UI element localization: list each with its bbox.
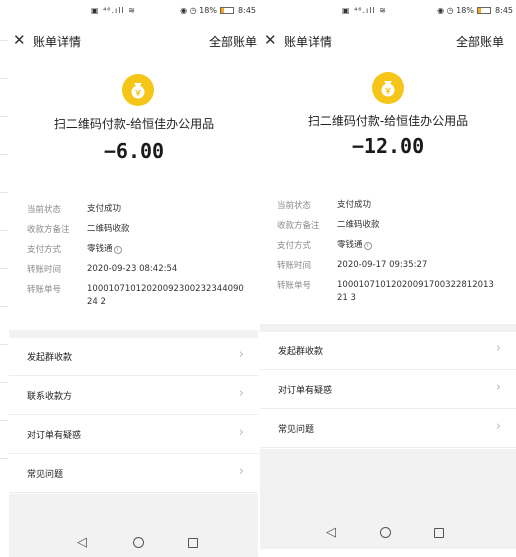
detail-label: 转账时间 <box>277 261 312 271</box>
detail-label: 转账单号 <box>27 285 62 295</box>
edge-tick <box>0 306 8 307</box>
edge-tick <box>0 420 8 421</box>
recents-icon[interactable] <box>188 537 198 552</box>
status-bar: ▣ ⁴⁶.ıll ≋ ◉ ◷ 18% 8:45 <box>9 0 259 23</box>
detail-value: 零钱通 <box>337 240 363 250</box>
action-contact-payee[interactable]: 联系收款方 › <box>9 377 259 415</box>
chevron-right-icon: › <box>238 347 244 362</box>
system-nav-bar: ◁ <box>9 529 259 557</box>
info-icon[interactable]: i <box>363 242 372 250</box>
detail-label: 支付方式 <box>27 245 62 255</box>
edge-tick <box>0 192 8 193</box>
detail-value: 2020-09-23 08:42:54 <box>87 264 178 274</box>
action-label: 对订单有疑惑 <box>278 386 333 396</box>
bill-detail-screen-1: ▣ ⁴⁶.ıll ≋ ◉ ◷ 18% 8:45 ✕ 账单详情 全部账单 扫二维码… <box>9 0 259 557</box>
chevron-right-icon: › <box>495 341 501 356</box>
money-bag-icon <box>372 72 404 104</box>
close-icon[interactable]: ✕ <box>264 31 277 49</box>
battery-icon <box>477 7 492 14</box>
detail-value: 零钱通 <box>87 244 113 254</box>
edge-tick <box>0 78 8 79</box>
detail-value: 1000107101202009170032281201321 3 <box>337 280 494 303</box>
page-bottom-gray <box>260 449 516 519</box>
status-indicators: ◉ ◷ 18% <box>437 6 474 15</box>
edge-tick <box>0 116 8 117</box>
all-bills-link[interactable]: 全部账单 <box>209 33 257 50</box>
action-label: 联系收款方 <box>27 392 73 402</box>
chevron-right-icon: › <box>495 380 501 395</box>
edge-tick <box>0 268 8 269</box>
signal-icons: ▣ ⁴⁶.ıll ≋ <box>91 6 136 15</box>
detail-value: 支付成功 <box>87 204 122 214</box>
chevron-right-icon: › <box>238 386 244 401</box>
left-edge-strip <box>0 0 9 557</box>
chevron-right-icon: › <box>238 425 244 440</box>
detail-label: 收款方备注 <box>27 225 70 235</box>
section-separator <box>260 324 516 332</box>
recents-icon[interactable] <box>434 527 444 542</box>
payment-amount: −6.00 <box>103 139 165 163</box>
action-label: 常见问题 <box>27 470 64 480</box>
action-start-group-collect[interactable]: 发起群收款 › <box>260 332 516 370</box>
nav-bar: ✕ 账单详情 全部账单 <box>9 28 259 52</box>
edge-tick <box>0 458 8 459</box>
detail-value: 2020-09-17 09:35:27 <box>337 260 428 270</box>
payment-amount: −12.00 <box>351 134 425 158</box>
edge-tick <box>0 40 8 41</box>
nav-bar: ✕ 账单详情 全部账单 <box>260 28 516 52</box>
page-title: 账单详情 <box>284 35 333 49</box>
detail-label: 收款方备注 <box>277 221 320 231</box>
merchant-name: 扫二维码付款-给恒佳办公用品 <box>53 117 215 131</box>
bill-detail-screen-2: ▣ ⁴⁶.ıll ≋ ◉ ◷ 18% 8:45 ✕ 账单详情 全部账单 扫二维码… <box>260 0 516 557</box>
page-bottom-gray <box>9 494 259 529</box>
edge-tick <box>0 230 8 231</box>
status-right: ◉ ◷ 18% 8:45 <box>180 6 256 15</box>
back-icon[interactable]: ◁ <box>326 525 336 540</box>
detail-label: 当前状态 <box>27 205 62 215</box>
detail-value: 支付成功 <box>337 200 372 210</box>
detail-label: 转账时间 <box>27 265 62 275</box>
home-icon[interactable] <box>380 527 391 542</box>
bottom-strip <box>260 549 516 557</box>
system-nav-bar: ◁ <box>260 519 516 549</box>
edge-tick <box>0 154 8 155</box>
action-label: 发起群收款 <box>27 353 73 363</box>
battery-icon <box>220 7 235 14</box>
detail-label: 支付方式 <box>277 241 312 251</box>
detail-value-wrap: 零钱通 i <box>87 243 247 256</box>
status-right: ◉ ◷ 18% 8:45 <box>437 6 513 15</box>
close-icon[interactable]: ✕ <box>13 31 26 49</box>
detail-value: 二维码收款 <box>87 224 130 234</box>
section-separator <box>9 330 259 338</box>
detail-value-wrap: 零钱通 i <box>337 239 497 252</box>
status-time: 8:45 <box>495 6 513 15</box>
status-time: 8:45 <box>238 6 256 15</box>
all-bills-link[interactable]: 全部账单 <box>456 33 504 50</box>
signal-icons: ▣ ⁴⁶.ıll ≋ <box>342 6 387 15</box>
home-icon[interactable] <box>133 537 144 552</box>
action-label: 常见问题 <box>278 425 315 435</box>
action-faq[interactable]: 常见问题 › <box>9 455 259 493</box>
edge-tick <box>0 344 8 345</box>
page-title: 账单详情 <box>33 35 82 49</box>
detail-label: 当前状态 <box>277 201 312 211</box>
status-indicators: ◉ ◷ 18% <box>180 6 217 15</box>
edge-tick <box>0 382 8 383</box>
chevron-right-icon: › <box>495 419 501 434</box>
action-label: 发起群收款 <box>278 347 324 357</box>
action-order-question[interactable]: 对订单有疑惑 › <box>9 416 259 454</box>
action-start-group-collect[interactable]: 发起群收款 › <box>9 338 259 376</box>
money-bag-icon <box>122 74 154 106</box>
chevron-right-icon: › <box>238 464 244 479</box>
detail-value: 二维码收款 <box>337 220 380 230</box>
info-icon[interactable]: i <box>113 246 122 254</box>
detail-value: 1000107101202009230023234409024 2 <box>87 284 244 307</box>
merchant-name: 扫二维码付款-给恒佳办公用品 <box>307 114 469 128</box>
action-order-question[interactable]: 对订单有疑惑 › <box>260 371 516 409</box>
action-label: 对订单有疑惑 <box>27 431 82 441</box>
back-icon[interactable]: ◁ <box>77 535 87 550</box>
status-bar: ▣ ⁴⁶.ıll ≋ ◉ ◷ 18% 8:45 <box>260 0 516 23</box>
detail-label: 转账单号 <box>277 281 312 291</box>
action-faq[interactable]: 常见问题 › <box>260 410 516 448</box>
